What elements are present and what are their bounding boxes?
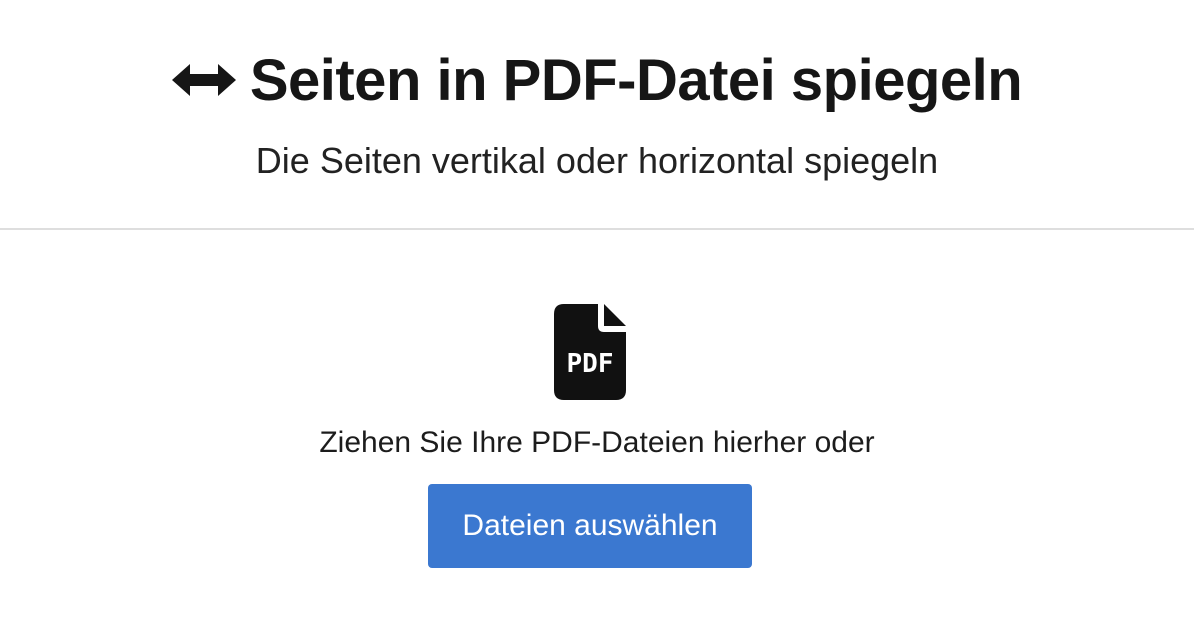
file-drop-zone[interactable]: PDF Ziehen Sie Ihre PDF-Dateien hierher … — [0, 230, 1194, 636]
page-title: Seiten in PDF-Datei spiegeln — [249, 47, 1023, 113]
page-header: Seiten in PDF-Datei spiegeln Die Seiten … — [0, 0, 1194, 230]
arrows-left-right-icon — [171, 60, 236, 100]
file-pdf-icon-label: PDF — [567, 349, 614, 379]
page-subtitle: Die Seiten vertikal oder horizontal spie… — [255, 140, 939, 181]
title-row: Seiten in PDF-Datei spiegeln — [0, 40, 1194, 120]
drop-instructions: Ziehen Sie Ihre PDF-Dateien hierher oder — [319, 426, 875, 459]
select-files-button[interactable]: Dateien auswählen — [428, 484, 752, 568]
file-pdf-icon: PDF — [554, 304, 626, 400]
